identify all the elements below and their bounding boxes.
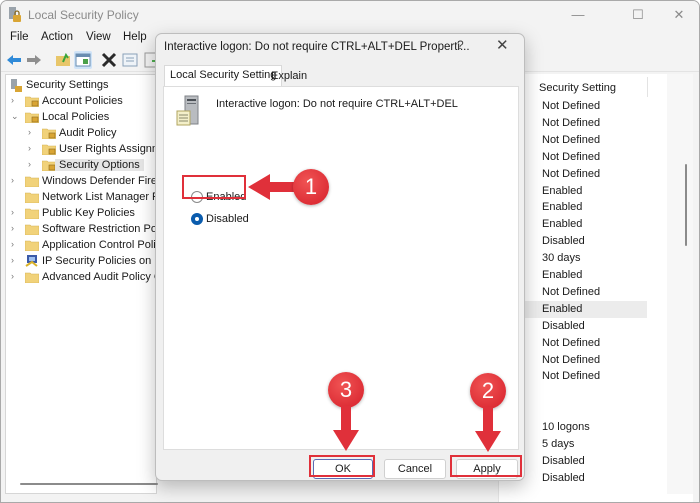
security-setting-value: Disabled <box>542 454 585 467</box>
delete-icon[interactable] <box>100 51 118 69</box>
menu-help[interactable]: Help <box>123 31 147 43</box>
chevron-right-icon[interactable]: › <box>11 223 21 233</box>
chevron-right-icon[interactable]: › <box>11 255 21 265</box>
show-hide-console-tree-icon[interactable] <box>74 51 92 69</box>
annotation-step-2: 2 <box>470 373 506 409</box>
folder-icon <box>25 208 39 219</box>
chevron-right-icon[interactable]: › <box>28 159 38 169</box>
disabled-label[interactable]: Disabled <box>206 213 249 225</box>
close-dialog-button[interactable]: ✕ <box>496 36 509 54</box>
vertical-scrollbar-track[interactable] <box>667 74 693 494</box>
security-setting-value: Enabled <box>542 218 583 231</box>
back-icon[interactable] <box>5 51 23 69</box>
chevron-right-icon[interactable]: › <box>11 207 21 217</box>
annotation-box-apply <box>450 455 522 477</box>
tree-label: Local Policies <box>42 111 110 123</box>
title-bar: Local Security Policy — ☐ ✕ <box>1 1 699 29</box>
horizontal-scrollbar[interactable] <box>20 483 158 485</box>
local-security-policy-app-icon <box>9 7 21 22</box>
folder-icon <box>25 240 39 251</box>
security-setting-value: Enabled <box>542 201 583 214</box>
ip-security-icon <box>25 255 38 267</box>
chevron-down-icon[interactable]: ⌄ <box>11 111 21 122</box>
security-setting-value: 10 logons <box>542 421 590 434</box>
security-setting-value: Enabled <box>542 184 583 197</box>
annotation-arrow-3 <box>333 406 359 451</box>
tree-label: Security Settings <box>26 79 109 91</box>
annotation-box-disabled <box>182 175 246 199</box>
security-setting-value: Enabled <box>542 269 583 281</box>
chevron-right-icon[interactable]: › <box>28 143 38 153</box>
folder-icon <box>25 192 39 203</box>
folder-icon <box>42 144 56 155</box>
help-button[interactable]: ? <box>457 38 464 52</box>
security-setting-value: Not Defined <box>542 116 601 129</box>
tree-label: Account Policies <box>42 95 123 107</box>
menu-file[interactable]: File <box>10 31 29 43</box>
folder-icon <box>42 160 56 171</box>
policy-computer-icon <box>176 95 199 126</box>
cancel-button[interactable]: Cancel <box>384 459 446 479</box>
chevron-right-icon[interactable]: › <box>28 127 38 137</box>
security-setting-value: Disabled <box>542 471 585 484</box>
minimize-button[interactable]: — <box>563 5 593 25</box>
chevron-right-icon[interactable]: › <box>11 175 21 185</box>
security-settings-icon <box>11 79 22 92</box>
folder-icon <box>42 128 56 139</box>
security-setting-value: Not Defined <box>542 285 601 298</box>
chevron-right-icon[interactable]: › <box>11 271 21 281</box>
tree-label: Audit Policy <box>59 127 117 139</box>
window-title: Local Security Policy <box>28 8 139 22</box>
up-folder-icon[interactable] <box>54 51 72 69</box>
security-setting-value: Disabled <box>542 235 585 248</box>
tab-local-security-setting[interactable]: Local Security Setting <box>164 65 283 87</box>
security-setting-value: Not Defined <box>542 150 601 163</box>
forward-icon[interactable] <box>25 51 43 69</box>
disabled-radio[interactable] <box>191 213 203 225</box>
properties-icon[interactable] <box>121 51 139 69</box>
security-setting-value: Not Defined <box>542 370 601 383</box>
maximize-button[interactable]: ☐ <box>623 5 653 25</box>
security-setting-value: Not Defined <box>542 100 601 112</box>
column-separator[interactable] <box>647 77 648 97</box>
close-window-button[interactable]: ✕ <box>664 5 694 25</box>
security-setting-value: Not Defined <box>542 167 601 180</box>
security-setting-value: 5 days <box>542 438 575 450</box>
tab-explain[interactable]: Explain <box>266 67 312 87</box>
annotation-box-ok <box>309 455 375 477</box>
folder-icon <box>25 272 39 283</box>
policy-list: Security Setting Not Defined..Not Define… <box>498 74 693 502</box>
chevron-right-icon[interactable]: › <box>11 95 21 105</box>
annotation-step-1: 1 <box>293 169 329 205</box>
dialog-title: Interactive logon: Do not require CTRL+A… <box>164 41 470 53</box>
folder-icon <box>25 96 39 107</box>
folder-icon <box>25 112 39 123</box>
security-setting-value: Not Defined <box>542 133 601 146</box>
security-setting-value: Enabled <box>542 302 583 315</box>
chevron-right-icon[interactable]: › <box>11 239 21 249</box>
folder-icon <box>25 224 39 235</box>
menu-action[interactable]: Action <box>41 31 73 43</box>
security-setting-value: 30 days <box>542 252 581 265</box>
vertical-scrollbar-thumb[interactable] <box>685 164 687 246</box>
column-header-security-setting[interactable]: Security Setting <box>539 82 616 94</box>
folder-icon <box>25 176 39 187</box>
tree-label: Public Key Policies <box>42 207 135 219</box>
security-setting-value: Not Defined <box>542 353 601 366</box>
console-tree: Security Settings › Account Policies ⌄ Loca… <box>5 74 232 494</box>
menu-view[interactable]: View <box>86 31 111 43</box>
security-setting-value: Disabled <box>542 319 585 332</box>
list-row[interactable]: Enabled <box>519 300 647 318</box>
security-setting-value: Not Defined <box>542 336 601 349</box>
annotation-step-3: 3 <box>328 372 364 408</box>
tree-label: Security Options <box>55 159 144 171</box>
policy-name: Interactive logon: Do not require CTRL+A… <box>216 98 458 110</box>
annotation-arrow-2 <box>475 407 501 452</box>
